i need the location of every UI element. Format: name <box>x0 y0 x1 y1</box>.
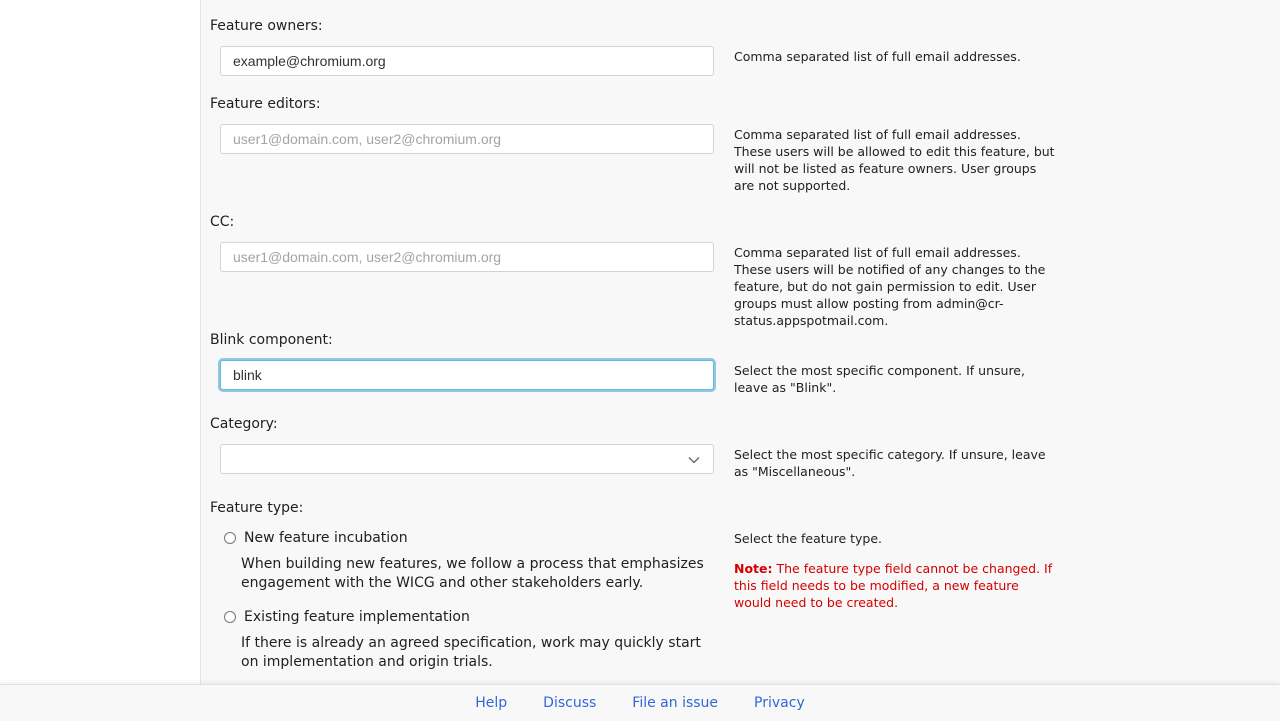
owners-help: Comma separated list of full email addre… <box>734 49 1021 64</box>
note-text: The feature type field cannot be changed… <box>734 561 1053 610</box>
cc-input[interactable] <box>220 242 714 272</box>
radio-new-feature-incubation[interactable]: New feature incubation <box>224 528 408 548</box>
blink-component-label: Blink component: <box>210 332 333 348</box>
radio-existing-feature-implementation[interactable]: Existing feature implementation <box>224 607 470 627</box>
blink-component-input[interactable] <box>220 360 714 390</box>
footer-link-privacy[interactable]: Privacy <box>754 695 805 711</box>
category-label: Category: <box>210 416 278 432</box>
editors-label: Feature editors: <box>210 96 321 112</box>
feature-type-note: Note: The feature type field cannot be c… <box>734 560 1056 611</box>
radio-button[interactable] <box>224 611 236 623</box>
note-prefix: Note: <box>734 561 773 576</box>
owners-label: Feature owners: <box>210 18 323 34</box>
radio-label: New feature incubation <box>244 530 408 546</box>
radio-label: Existing feature implementation <box>244 609 470 625</box>
owners-input[interactable] <box>220 46 714 76</box>
blink-component-help: Select the most specific component. If u… <box>734 363 1025 395</box>
radio-description: When building new features, we follow a … <box>241 556 704 591</box>
cc-help: Comma separated list of full email addre… <box>734 245 1046 328</box>
feature-type-help: Select the feature type. <box>734 531 883 546</box>
category-help: Select the most specific category. If un… <box>734 447 1046 479</box>
chevron-down-icon <box>688 457 700 464</box>
footer-link-file-issue[interactable]: File an issue <box>632 695 718 711</box>
editors-input[interactable] <box>220 124 714 154</box>
feature-type-label: Feature type: <box>210 500 304 516</box>
left-sidebar <box>0 0 201 720</box>
footer-link-help[interactable]: Help <box>475 695 507 711</box>
radio-description: If there is already an agreed specificat… <box>241 635 701 670</box>
footer: Help Discuss File an issue Privacy <box>0 684 1280 721</box>
editors-help: Comma separated list of full email addre… <box>734 127 1055 193</box>
category-select[interactable] <box>220 444 714 474</box>
footer-link-discuss[interactable]: Discuss <box>543 695 596 711</box>
cc-label: CC: <box>210 214 235 230</box>
radio-button[interactable] <box>224 532 236 544</box>
